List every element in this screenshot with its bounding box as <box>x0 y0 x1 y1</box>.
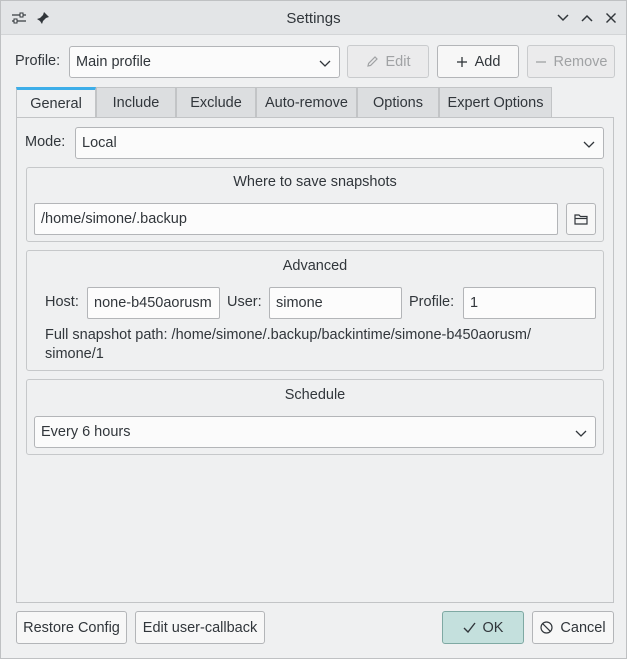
maximize-icon[interactable] <box>578 9 596 27</box>
full-snapshot-path-line1: Full snapshot path: /home/simone/.backup… <box>45 327 532 343</box>
browse-folder-button[interactable] <box>566 203 596 235</box>
user-label: User: <box>227 294 262 310</box>
advanced-group: Advanced Host: none-b450aorusm User: sim… <box>26 250 604 371</box>
tab-general[interactable]: General <box>16 87 96 118</box>
settings-window: Settings Profile: Main profile Edit Add … <box>0 0 627 659</box>
chevron-down-icon <box>575 430 587 437</box>
add-profile-label: Add <box>474 53 501 70</box>
general-tab-pane: Mode: Local Where to save snapshots /hom… <box>16 117 614 603</box>
schedule-group: Schedule Every 6 hours <box>26 379 604 455</box>
tab-exclude[interactable]: Exclude <box>176 87 256 117</box>
title-bar: Settings <box>1 1 626 35</box>
profile-id-label: Profile: <box>409 294 455 310</box>
mode-label: Mode: <box>25 134 66 150</box>
full-snapshot-path-line2: simone/1 <box>45 346 104 362</box>
tab-options-label: Options <box>373 94 423 111</box>
advanced-title: Advanced <box>282 258 348 274</box>
close-icon[interactable] <box>602 9 620 27</box>
edit-profile-label: Edit <box>385 53 411 70</box>
restore-config-label: Restore Config <box>23 619 120 636</box>
where-to-save-group: Where to save snapshots /home/simone/.ba… <box>26 167 604 242</box>
cancel-circle-icon <box>540 621 554 634</box>
tab-include-label: Include <box>112 94 160 111</box>
restore-config-button[interactable]: Restore Config <box>16 611 127 644</box>
tab-exclude-label: Exclude <box>190 94 242 111</box>
pencil-icon <box>366 56 378 67</box>
minus-icon <box>535 60 546 63</box>
tab-options[interactable]: Options <box>357 87 439 117</box>
plus-icon <box>456 56 467 67</box>
user-input[interactable]: simone <box>269 287 402 319</box>
chevron-down-icon <box>319 60 331 67</box>
ok-label: OK <box>482 619 504 636</box>
edit-profile-button[interactable]: Edit <box>347 45 429 78</box>
remove-profile-button[interactable]: Remove <box>527 45 615 78</box>
where-to-save-title: Where to save snapshots <box>233 174 397 190</box>
check-icon <box>463 622 476 633</box>
chevron-down-icon <box>583 141 595 148</box>
tab-expert-options-label: Expert Options <box>447 94 544 111</box>
schedule-title: Schedule <box>284 387 346 403</box>
cancel-label: Cancel <box>560 619 606 636</box>
schedule-select[interactable]: Every 6 hours <box>34 416 596 448</box>
profile-label: Profile: <box>15 53 61 69</box>
edit-user-callback-button[interactable]: Edit user-callback <box>135 611 265 644</box>
ok-button[interactable]: OK <box>442 611 524 644</box>
remove-profile-label: Remove <box>553 53 608 70</box>
folder-icon <box>574 214 588 225</box>
schedule-select-value: Every 6 hours <box>41 424 131 440</box>
host-label: Host: <box>45 294 79 310</box>
profile-select[interactable]: Main profile <box>69 46 340 78</box>
tab-auto-remove-label: Auto-remove <box>264 94 348 111</box>
profile-id-input[interactable]: 1 <box>463 287 596 319</box>
tab-expert-options[interactable]: Expert Options <box>439 87 552 117</box>
tab-include[interactable]: Include <box>96 87 176 117</box>
profile-select-value: Main profile <box>76 54 151 70</box>
cancel-button[interactable]: Cancel <box>532 611 614 644</box>
window-title: Settings <box>286 10 341 27</box>
mode-select[interactable]: Local <box>75 127 604 159</box>
mode-select-value: Local <box>82 135 117 151</box>
minimize-icon[interactable] <box>554 9 572 27</box>
edit-user-callback-label: Edit user-callback <box>142 619 258 636</box>
tab-auto-remove[interactable]: Auto-remove <box>256 87 357 117</box>
host-input[interactable]: none-b450aorusm <box>87 287 220 319</box>
add-profile-button[interactable]: Add <box>437 45 519 78</box>
tab-general-label: General <box>30 96 82 112</box>
snapshot-path-input[interactable]: /home/simone/.backup <box>34 203 558 235</box>
